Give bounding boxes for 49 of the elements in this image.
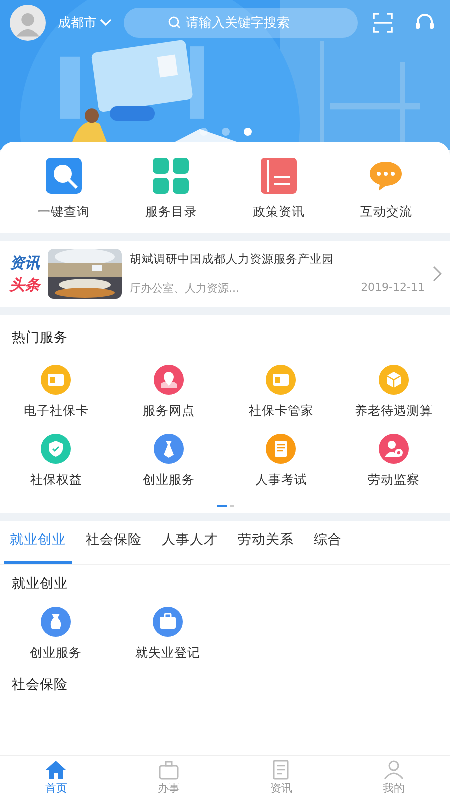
service-label[interactable]: 劳动监察 [368,472,420,489]
category-tab[interactable]: 综合 [308,521,348,564]
search-icon [168,16,181,29]
action-label[interactable]: 互动交流 [360,204,412,221]
service-label[interactable]: 养老待遇测算 [354,403,433,420]
action-label[interactable]: 服务目录 [145,204,198,221]
briefcase-icon[interactable] [153,607,183,637]
carousel-dot[interactable] [200,128,208,136]
avatar[interactable] [10,5,46,41]
briefcase-icon [158,760,180,780]
service-label[interactable]: 创业服务 [30,645,82,662]
chevron-right-icon [433,266,442,282]
carousel-dot[interactable] [222,128,230,136]
news-card[interactable]: 资讯 头条 胡斌调研中国成都人力资源服务产业园 厅办公室、人力资源... 2019-12-11 [0,241,450,307]
service-label[interactable]: 人事考试 [255,472,308,489]
book-icon[interactable] [266,434,296,464]
service-label[interactable]: 服务网点 [142,403,195,420]
action-label[interactable]: 政策资讯 [252,204,305,221]
service-label[interactable]: 社保权益 [30,472,82,489]
news-title: 胡斌调研中国成都人力资源服务产业园 [130,252,335,267]
section-title: 热门服务 [11,329,69,347]
news-source: 厅办公室、人力资源... [130,281,240,296]
news-date: 2019-12-11 [361,281,425,296]
section-title: 就业创业 [11,575,69,593]
book-icon[interactable] [260,158,297,194]
service-label[interactable]: 社保卡管家 [248,403,314,420]
grid-icon[interactable] [153,158,190,194]
category-tab[interactable]: 劳动关系 [232,521,300,564]
magnifier-icon[interactable] [46,158,82,194]
service-label[interactable]: 就失业登记 [136,645,200,662]
news-badge-bottom: 头条 [10,275,40,296]
person-icon [382,760,405,780]
home-icon [45,760,68,780]
id-card-icon[interactable] [266,365,296,395]
cube-icon[interactable] [378,365,409,395]
scan-icon[interactable] [372,12,394,34]
chevron-down-icon [100,19,112,27]
shield-icon[interactable] [41,434,72,464]
category-tab[interactable]: 人事人才 [156,521,224,564]
service-label[interactable]: 电子社保卡 [24,403,89,420]
action-label[interactable]: 一键查询 [38,204,90,221]
category-tab[interactable]: 社会保险 [80,521,148,564]
service-label[interactable]: 创业服务 [142,472,195,489]
id-card-icon[interactable] [41,365,72,395]
person-icon[interactable] [378,434,409,464]
nav-tab[interactable]: 首页 [0,756,112,800]
section-title: 社会保险 [11,676,69,694]
news-badge-top: 资讯 [10,253,40,274]
map-pin-icon[interactable] [154,365,184,395]
